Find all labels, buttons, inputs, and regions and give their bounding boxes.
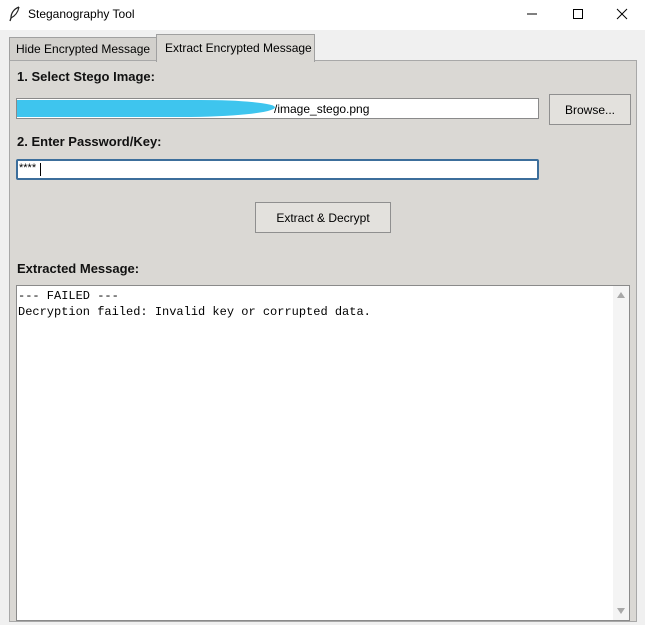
password-value: **** <box>19 162 37 174</box>
redaction-mark <box>17 100 275 117</box>
scroll-down-arrow-icon[interactable] <box>617 608 625 614</box>
extract-panel: 1. Select Stego Image: /image_stego.png … <box>9 60 637 622</box>
extracted-message-text: --- FAILED --- Decryption failed: Invali… <box>18 289 371 319</box>
vertical-scrollbar[interactable] <box>613 286 629 620</box>
select-image-label: 1. Select Stego Image: <box>17 69 155 84</box>
extracted-message-textarea[interactable]: --- FAILED --- Decryption failed: Invali… <box>16 285 630 621</box>
window-client-area: Hide Encrypted Message Extract Encrypted… <box>0 30 645 625</box>
image-path-field[interactable]: /image_stego.png <box>16 98 539 119</box>
tab-hide-encrypted-message[interactable]: Hide Encrypted Message <box>9 37 157 61</box>
maximize-button[interactable] <box>556 0 600 28</box>
browse-button[interactable]: Browse... <box>549 94 631 125</box>
close-button[interactable] <box>600 0 644 28</box>
title-bar: Steganography Tool <box>0 0 645 30</box>
password-field[interactable]: **** <box>16 159 539 180</box>
minimize-icon <box>527 13 537 15</box>
window-title: Steganography Tool <box>28 7 135 21</box>
text-caret <box>40 163 41 176</box>
extract-decrypt-button[interactable]: Extract & Decrypt <box>255 202 391 233</box>
tab-extract-encrypted-message[interactable]: Extract Encrypted Message <box>156 34 315 62</box>
minimize-button[interactable] <box>510 0 554 28</box>
extracted-message-label: Extracted Message: <box>17 261 140 276</box>
feather-icon <box>8 6 22 22</box>
maximize-icon <box>573 9 583 19</box>
close-icon <box>616 8 628 20</box>
image-path-text: /image_stego.png <box>274 102 370 116</box>
password-label: 2. Enter Password/Key: <box>17 134 162 149</box>
scroll-up-arrow-icon[interactable] <box>617 292 625 298</box>
